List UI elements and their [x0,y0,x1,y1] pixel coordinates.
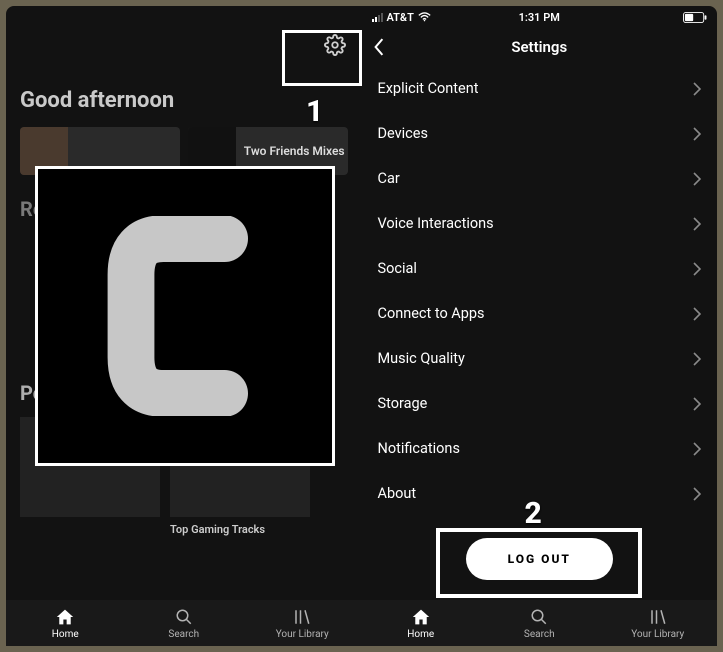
tab-your-library[interactable]: Your Library [243,600,362,646]
home-icon [410,607,432,627]
logout-highlight-box [436,528,642,598]
settings-navbar: Settings [362,28,718,66]
tab-label: Home [407,629,434,640]
settings-row-car[interactable]: Car [362,156,718,201]
status-bar: AT&T 1:31 PM [362,6,718,28]
phone-home-screen: 1 Good afternoon Two Friends Mixes Recen… [6,6,362,600]
tab-home[interactable]: Home [6,600,125,646]
status-bar [6,6,362,28]
home-icon [54,607,76,627]
callout-number-1: 1 [306,94,323,129]
tab-label: Home [52,629,79,640]
settings-row-label: Connect to Apps [378,305,485,322]
settings-row-label: About [378,485,417,502]
settings-row-social[interactable]: Social [362,246,718,291]
settings-row-voice-interactions[interactable]: Voice Interactions [362,201,718,246]
settings-row-storage[interactable]: Storage [362,381,718,426]
settings-row-label: Notifications [378,440,460,457]
phone-settings-screen: AT&T 1:31 PM Settings Explicit Content D… [362,6,718,600]
settings-row-music-quality[interactable]: Music Quality [362,336,718,381]
settings-row-label: Voice Interactions [378,215,494,232]
chevron-right-icon [693,352,701,366]
chevron-right-icon [693,172,701,186]
tile-label: Two Friends Mixes [244,144,345,158]
tab-label: Your Library [276,629,329,640]
tab-bar: Home Search Your Library Home Search You… [6,600,717,646]
settings-row-label: Social [378,260,417,277]
settings-row-label: Car [378,170,400,187]
chevron-right-icon [693,442,701,456]
clock-label: 1:31 PM [519,11,560,24]
card-label: Top Gaming Tracks [170,523,310,536]
carrier-label: AT&T [387,11,414,24]
signal-icon [372,13,383,22]
tab-search[interactable]: Search [480,600,599,646]
overlay-logo-icon [95,216,275,416]
tab-search[interactable]: Search [125,600,244,646]
settings-row-label: Storage [378,395,428,412]
library-icon [291,607,313,627]
chevron-right-icon [693,217,701,231]
wifi-icon [418,12,431,22]
settings-row-explicit-content[interactable]: Explicit Content [362,66,718,111]
search-icon [528,607,550,627]
chevron-right-icon [693,487,701,501]
settings-row-devices[interactable]: Devices [362,111,718,156]
battery-icon [683,12,707,23]
tab-home[interactable]: Home [362,600,481,646]
gear-highlight-box [282,30,362,86]
back-button[interactable] [368,36,390,58]
search-icon [173,607,195,627]
tab-your-library[interactable]: Your Library [599,600,718,646]
settings-row-connect-to-apps[interactable]: Connect to Apps [362,291,718,336]
settings-row-label: Devices [378,125,428,142]
chevron-left-icon [373,38,385,56]
overlay-logo [35,166,335,466]
callout-number-2: 2 [525,496,542,531]
settings-list: Explicit Content Devices Car Voice Inter… [362,66,718,516]
chevron-right-icon [693,127,701,141]
tab-label: Search [524,629,555,640]
library-icon [647,607,669,627]
chevron-right-icon [693,307,701,321]
chevron-right-icon [693,262,701,276]
settings-row-label: Music Quality [378,350,465,367]
greeting-heading: Good afternoon [20,88,348,113]
chevron-right-icon [693,397,701,411]
chevron-right-icon [693,82,701,96]
settings-row-notifications[interactable]: Notifications [362,426,718,471]
tab-label: Search [168,629,199,640]
tab-label: Your Library [631,629,684,640]
settings-row-label: Explicit Content [378,80,479,97]
page-title: Settings [511,38,567,56]
